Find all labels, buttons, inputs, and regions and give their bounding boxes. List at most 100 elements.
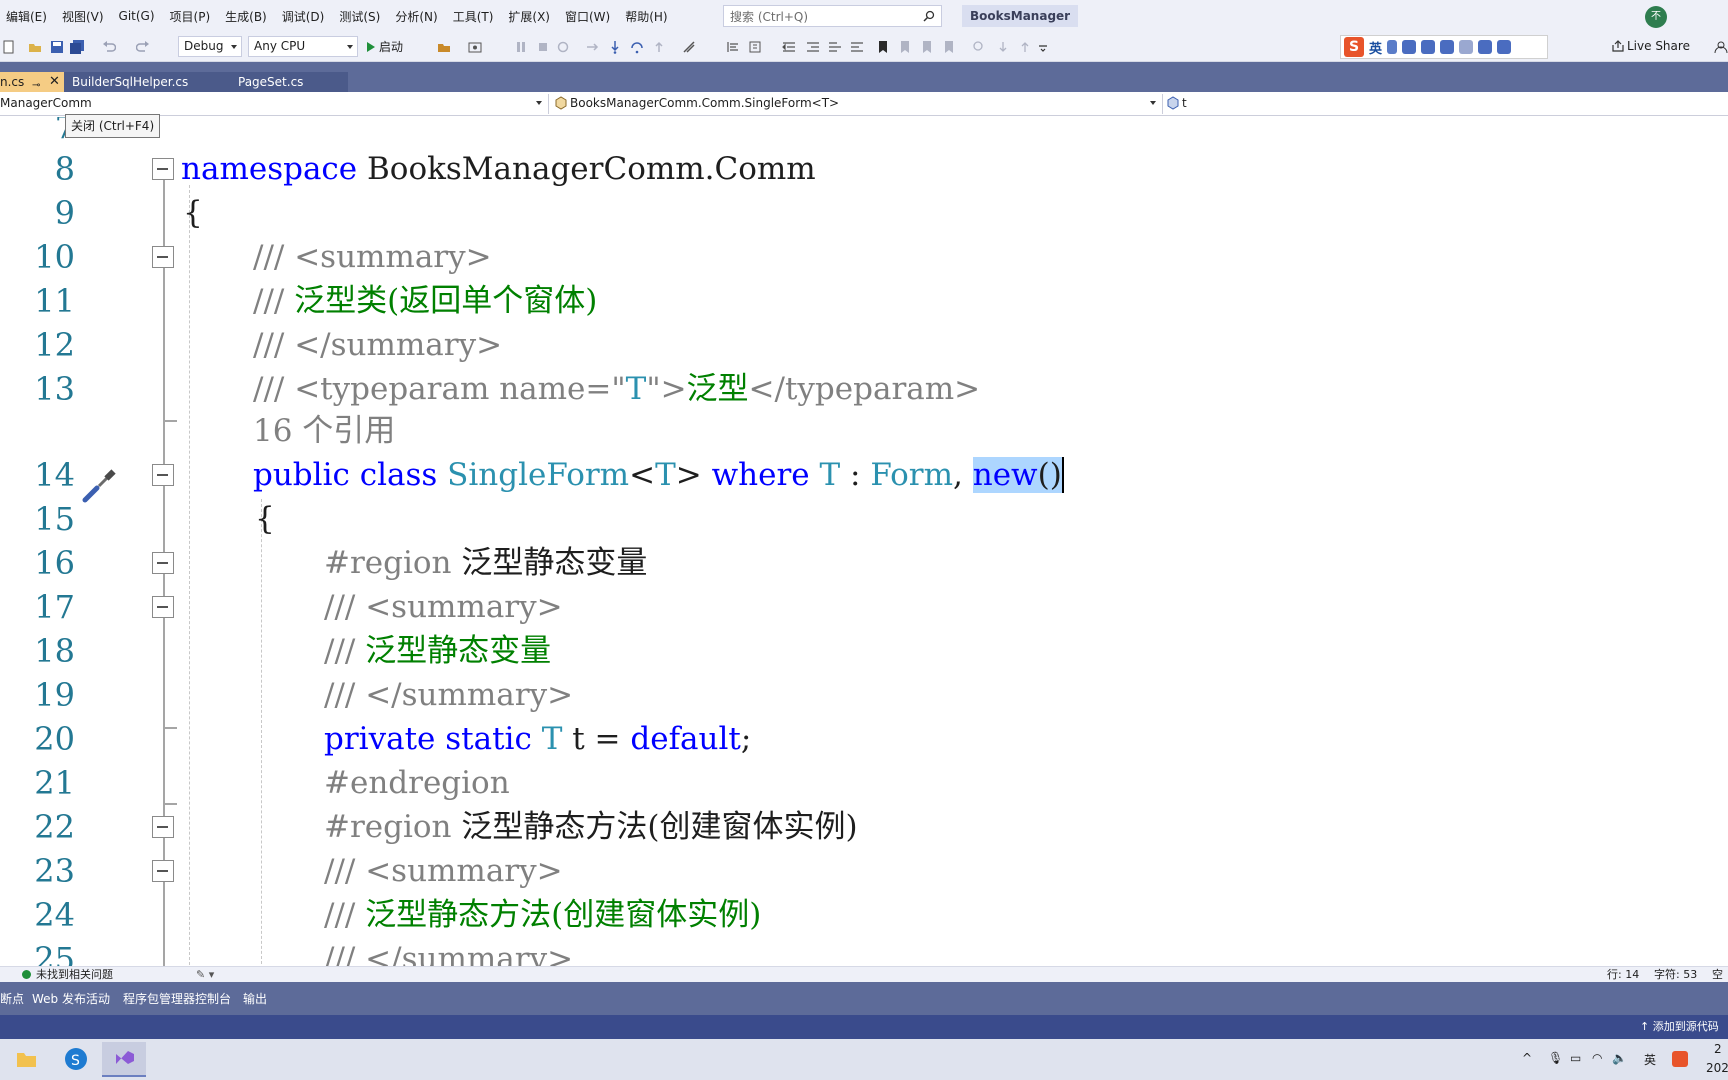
chevron-down-icon: [347, 45, 353, 49]
skin-icon[interactable]: [1478, 40, 1493, 54]
battery-icon[interactable]: ▭: [1570, 1051, 1581, 1065]
pause-icon[interactable]: [514, 40, 528, 54]
arrow-down-icon[interactable]: [996, 40, 1010, 54]
sogou-logo-icon[interactable]: S: [1344, 37, 1364, 57]
menu-test[interactable]: 测试(S): [333, 8, 389, 25]
indent-icon[interactable]: [806, 40, 820, 54]
clear-bookmarks-icon[interactable]: [942, 40, 956, 54]
bookmark-icon[interactable]: [876, 40, 890, 54]
wifi-icon[interactable]: ◠: [1592, 1051, 1602, 1065]
tab-singleform[interactable]: n.cs ⊸ ✕: [0, 72, 64, 92]
collapse-icon[interactable]: [152, 816, 174, 838]
redo-icon[interactable]: [136, 40, 150, 54]
screenshot-icon[interactable]: [468, 40, 482, 54]
user-icon[interactable]: [1459, 40, 1474, 54]
chevron-down-icon: [231, 45, 237, 49]
keyboard-icon[interactable]: [1440, 40, 1455, 54]
collapse-icon[interactable]: [152, 464, 174, 486]
tab-builder-sql-helper[interactable]: BuilderSqlHelper.cs: [64, 72, 230, 92]
platform-select[interactable]: Any CPU: [248, 36, 358, 57]
chevron-up-icon[interactable]: ^: [1522, 1051, 1532, 1065]
collapse-icon[interactable]: [152, 158, 174, 180]
emoji-icon[interactable]: [1402, 40, 1417, 54]
references-count[interactable]: 16 个引用: [253, 409, 395, 453]
collapse-icon[interactable]: [152, 246, 174, 268]
account-icon[interactable]: [1714, 40, 1728, 54]
punctuation-icon[interactable]: [1387, 40, 1398, 54]
project-dropdown[interactable]: ManagerComm: [0, 94, 546, 113]
outdent-icon[interactable]: [782, 40, 796, 54]
solution-config-select[interactable]: Debug: [178, 36, 242, 57]
volume-icon[interactable]: 🔈: [1612, 1051, 1627, 1065]
step-into-icon[interactable]: [608, 40, 622, 54]
align-left-icon[interactable]: [726, 40, 740, 54]
collapse-icon[interactable]: [152, 552, 174, 574]
ime-language-toggle[interactable]: 英: [1369, 38, 1382, 57]
clock-date[interactable]: 202: [1706, 1061, 1728, 1075]
comment-icon[interactable]: [828, 40, 842, 54]
hot-reload-icon[interactable]: [682, 40, 696, 54]
find-icon[interactable]: [972, 40, 986, 54]
skype-icon[interactable]: S: [54, 1042, 98, 1077]
tab-breakpoints[interactable]: 断点: [0, 990, 24, 1007]
menu-analyze[interactable]: 分析(N): [389, 8, 446, 25]
start-debugging-button[interactable]: 启动: [367, 37, 403, 57]
menu-extensions[interactable]: 扩展(X): [502, 8, 559, 25]
show-next-statement-icon[interactable]: [586, 40, 600, 54]
step-out-icon[interactable]: [652, 40, 666, 54]
stop-icon[interactable]: [536, 40, 550, 54]
arrow-up-icon[interactable]: [1018, 40, 1032, 54]
menu-view[interactable]: 视图(V): [56, 8, 113, 25]
menu-window[interactable]: 窗口(W): [559, 8, 619, 25]
column-indicator[interactable]: 字符: 53: [1654, 967, 1697, 982]
visual-studio-icon[interactable]: [102, 1042, 146, 1077]
toolbox-icon[interactable]: [1497, 40, 1512, 54]
menu-debug[interactable]: 调试(D): [276, 8, 334, 25]
tab-web-publish[interactable]: Web 发布活动: [32, 990, 110, 1007]
codelens[interactable]: 16 个引用: [0, 409, 1728, 453]
microphone-icon[interactable]: 🎙: [1548, 1051, 1563, 1065]
live-share-button[interactable]: Live Share: [1612, 39, 1690, 53]
doc-text: 泛型: [686, 371, 749, 407]
collapse-icon[interactable]: [152, 860, 174, 882]
new-project-icon[interactable]: [2, 40, 16, 54]
menu-edit[interactable]: 编辑(E): [0, 8, 56, 25]
tray-ime-indicator[interactable]: 英: [1644, 1051, 1656, 1068]
restart-icon[interactable]: [556, 40, 570, 54]
file-explorer-icon[interactable]: [4, 1042, 48, 1077]
format-icon[interactable]: [748, 40, 762, 54]
uncomment-icon[interactable]: [850, 40, 864, 54]
doc-slash: ///: [324, 677, 366, 713]
tab-package-manager-console[interactable]: 程序包管理器控制台: [123, 990, 231, 1007]
step-over-icon[interactable]: [630, 40, 644, 54]
tab-output[interactable]: 输出: [243, 990, 267, 1007]
menu-tools[interactable]: 工具(T): [447, 8, 503, 25]
line-indicator[interactable]: 行: 14: [1607, 967, 1639, 982]
clock-time[interactable]: 2: [1714, 1042, 1722, 1056]
tab-page-set[interactable]: PageSet.cs: [230, 72, 348, 92]
menu-project[interactable]: 项目(P): [164, 8, 220, 25]
sogou-tray-icon[interactable]: [1672, 1051, 1688, 1067]
issues-status[interactable]: 未找到相关问题: [36, 967, 113, 982]
save-all-icon[interactable]: [70, 40, 84, 54]
overflow-icon[interactable]: [1036, 40, 1050, 54]
menu-help[interactable]: 帮助(H): [619, 8, 676, 25]
next-bookmark-icon[interactable]: [920, 40, 934, 54]
open-folder-icon[interactable]: [28, 40, 42, 54]
microphone-icon[interactable]: [1421, 40, 1436, 54]
collapse-icon[interactable]: [152, 596, 174, 618]
close-icon[interactable]: ✕: [49, 72, 60, 92]
add-to-source-control[interactable]: ↑ 添加到源代码: [1640, 1015, 1719, 1039]
save-icon[interactable]: [50, 40, 64, 54]
member-dropdown[interactable]: t: [1166, 94, 1726, 113]
menu-git[interactable]: Git(G): [113, 9, 164, 23]
avatar[interactable]: 不: [1645, 6, 1667, 28]
menu-build[interactable]: 生成(B): [219, 8, 276, 25]
undo-icon[interactable]: [102, 40, 116, 54]
code-editor[interactable]: 7 8 namespace BooksManagerComm.Comm 9 { …: [0, 117, 1728, 967]
browse-folder-icon[interactable]: [437, 40, 451, 54]
prev-bookmark-icon[interactable]: [898, 40, 912, 54]
type-dropdown[interactable]: BooksManagerComm.Comm.SingleForm<T>: [554, 94, 1160, 113]
search-input[interactable]: 搜索 (Ctrl+Q): [723, 5, 942, 27]
brush-icon[interactable]: ✎ ▾: [196, 967, 214, 982]
